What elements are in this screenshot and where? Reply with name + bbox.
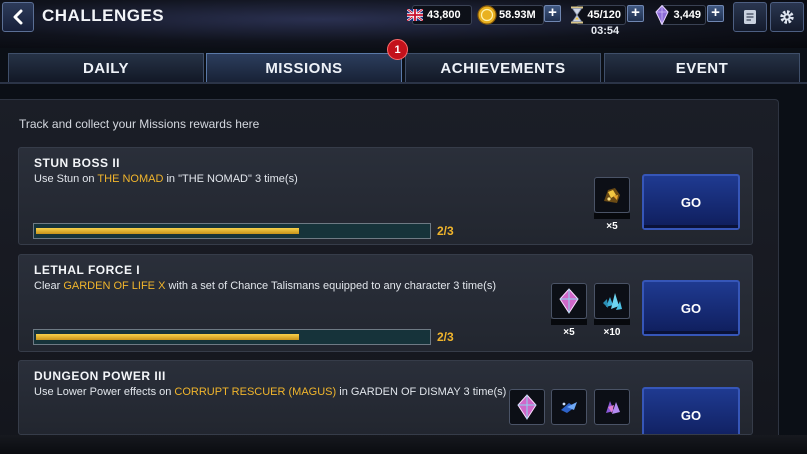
add-crystal-button[interactable]: + [707,5,724,22]
blue-crystal-shards-icon [603,293,622,310]
log-button[interactable] [733,2,767,32]
reward-quantity: ×5 [606,221,618,232]
resource-crystal: 3,449 [655,5,706,25]
tab-event-label: EVENT [675,59,729,77]
mission-title: DUNGEON POWER III [34,369,166,383]
gold-ore-icon [604,188,620,203]
mission-progress-bar [33,329,431,345]
go-button-label: GO [680,300,702,316]
reward-item[interactable] [594,283,630,319]
mission-description: Use Lower Power effects on CORRUPT RESCU… [34,386,507,398]
mission-progress-fill [36,334,299,340]
blue-crystal-shards-icon [561,402,577,413]
reward-item[interactable] [594,389,630,425]
pink-crystal-icon [517,394,537,420]
mission-progress-text: 2/3 [437,330,454,344]
reward-quantity: ×5 [563,327,575,338]
resource-energy-value: 45/120 [587,9,621,21]
settings-button[interactable] [770,2,804,32]
go-button-label: GO [680,194,702,210]
resource-gold: 58.93M [477,5,544,25]
add-energy-button[interactable]: + [627,5,644,22]
resource-energy: 45/120 [571,5,626,25]
add-gold-button[interactable]: + [544,5,561,22]
go-button-label: GO [680,407,702,423]
mission-description: Use Stun on THE NOMAD in "THE NOMAD" 3 t… [34,173,298,185]
pink-crystal-icon [559,288,579,314]
energy-timer: 03:54 [591,25,620,37]
missions-notification-badge: 1 [387,39,408,60]
gear-icon [780,10,794,24]
tab-daily[interactable]: DAILY [8,53,204,82]
missions-subtitle: Track and collect your Missions rewards … [19,117,260,131]
tab-achievements[interactable]: ACHIEVEMENTS [405,53,601,82]
reward-shelf [594,213,630,219]
tab-daily-label: DAILY [82,59,130,77]
mission-card: DUNGEON POWER III Use Lower Power effect… [18,360,753,435]
resource-flag: 43,800 [407,5,472,25]
crystal-icon [653,5,671,25]
page-title: CHALLENGES [42,6,165,25]
reward-shelf [594,319,630,325]
mission-progress-bar [33,223,431,239]
reward-quantity: ×10 [603,327,621,338]
scroll-icon [744,10,756,24]
go-button[interactable]: GO [642,174,740,230]
tab-underline [0,82,807,84]
mission-title: LETHAL FORCE I [34,263,141,277]
gold-coin-icon [477,5,497,25]
mission-progress-text: 2/3 [437,224,454,238]
reward-item[interactable] [509,389,545,425]
mission-card: LETHAL FORCE I Clear GARDEN OF LIFE X wi… [18,254,753,352]
reward-item[interactable] [594,177,630,213]
back-button[interactable] [2,2,34,32]
resource-crystal-value: 3,449 [673,9,701,21]
resource-gold-value: 58.93M [499,9,536,21]
bottom-strip [0,435,807,454]
mission-card: STUN BOSS II Use Stun on THE NOMAD in "T… [18,147,753,245]
chevron-left-icon [13,9,23,25]
reward-item[interactable] [551,389,587,425]
reward-item[interactable] [551,283,587,319]
resource-flag-value: 43,800 [427,9,461,21]
mission-description: Clear GARDEN OF LIFE X with a set of Cha… [34,280,496,292]
uk-flag-icon [405,5,425,25]
tab-achievements-label: ACHIEVEMENTS [440,59,566,77]
tab-event[interactable]: EVENT [604,53,800,82]
hourglass-icon [569,5,585,25]
reward-shelf [551,319,587,325]
tab-missions[interactable]: MISSIONS [206,53,402,82]
go-button[interactable]: GO [642,387,740,434]
go-button[interactable]: GO [642,280,740,336]
mission-progress-fill [36,228,299,234]
tab-missions-label: MISSIONS [265,59,343,77]
mission-title: STUN BOSS II [34,156,121,170]
purple-crystal-shards-icon [606,401,620,414]
